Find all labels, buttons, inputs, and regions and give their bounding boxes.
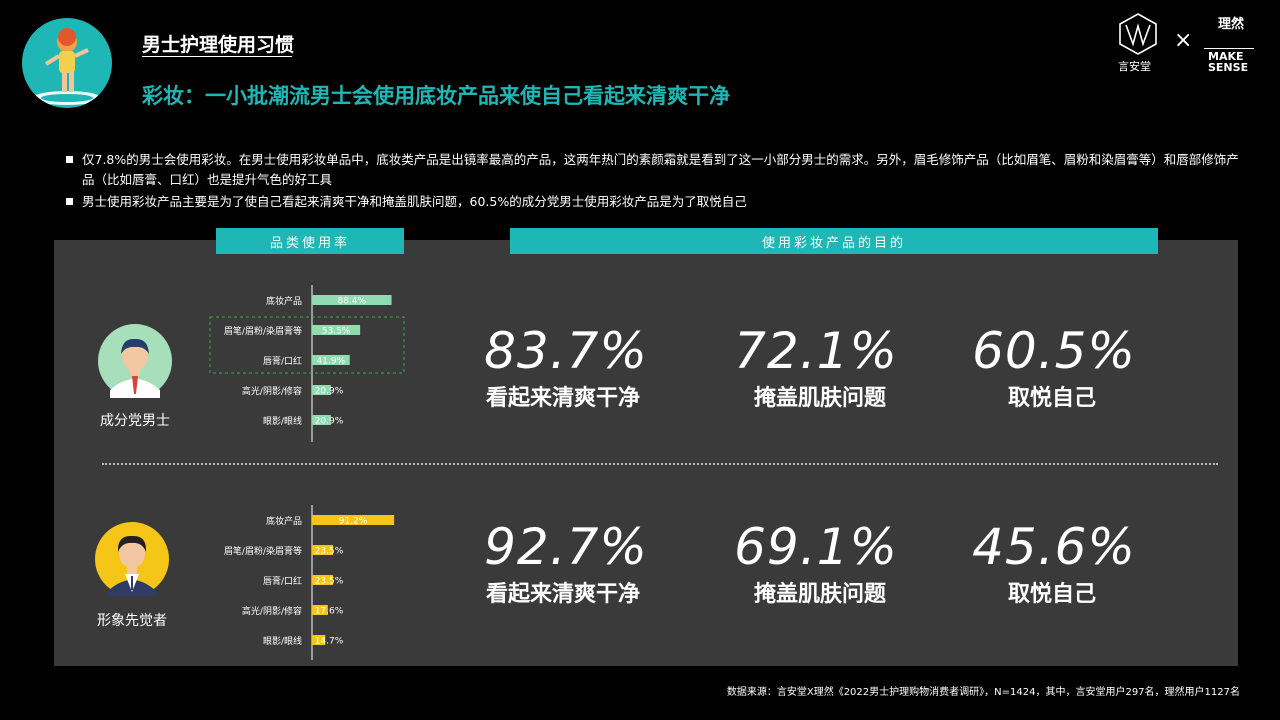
- category-label: 高光/阴影/修容: [242, 605, 302, 617]
- highlight-box: [209, 316, 405, 374]
- category-label: 眼影/眼线: [263, 635, 302, 647]
- category-label: 眉笔/眉粉/染眉膏等: [224, 325, 302, 337]
- bullet-1: 仅7.8%的男士会使用彩妆。在男士使用彩妆单品中，底妆类产品是出镜率最高的产品，…: [64, 150, 1244, 190]
- category-label: 底妆产品: [266, 295, 302, 307]
- surfer-illustration: [33, 28, 101, 105]
- group-divider: [102, 463, 1218, 465]
- header-avatar: [22, 18, 112, 108]
- brand2-cn: 理然: [1218, 17, 1245, 32]
- usage-chart-ingredient-men: 底妆产品 88.4% 眉笔/眉粉/染眉膏等 53.5% 唇膏/口红 41.9% 高光/阴影/…: [209, 285, 405, 442]
- category-label: 底妆产品: [266, 515, 302, 527]
- category-usage-header: 品类使用率: [216, 228, 404, 254]
- category-label: 眉笔/眉粉/染眉膏等: [224, 545, 302, 557]
- bar-value-label: 41.9%: [317, 357, 346, 367]
- stat-label-fresh-ingredient: 看起来清爽干净: [485, 386, 640, 411]
- stat-value-cover-ingredient: 72.1%: [734, 322, 898, 380]
- brand1-name: 言安堂: [1118, 60, 1151, 73]
- insight-bullets: 仅7.8%的男士会使用彩妆。在男士使用彩妆单品中，底妆类产品是出镜率最高的产品，…: [64, 150, 1244, 212]
- stat-label-please-pioneer: 取悦自己: [1007, 582, 1096, 607]
- category-label: 高光/阴影/修容: [242, 385, 302, 397]
- bar-value-label: 14.7%: [315, 637, 344, 647]
- bar-value-label: 91.2%: [339, 517, 368, 527]
- usage-chart-image-pioneer: 底妆产品 91.2% 眉笔/眉粉/染眉膏等 23.5% 唇膏/口红 23.5% 高光/阴影/…: [224, 505, 395, 660]
- stat-label-please-ingredient: 取悦自己: [1007, 386, 1096, 411]
- group-label-image-pioneer: 形象先觉者: [97, 613, 167, 629]
- bar-value-label: 88.4%: [337, 297, 366, 307]
- bar-value-label: 53.5%: [322, 327, 351, 337]
- section-title-underline: [142, 56, 292, 57]
- category-label: 眼影/眼线: [263, 415, 302, 427]
- brand2-rule: [1204, 48, 1254, 49]
- brand2-en-2: SENSE: [1208, 61, 1249, 74]
- stat-value-cover-pioneer: 69.1%: [734, 518, 898, 576]
- bar-value-label: 20.9%: [315, 417, 344, 427]
- category-label: 唇膏/口红: [263, 575, 302, 587]
- stat-value-please-pioneer: 45.6%: [972, 518, 1136, 576]
- stat-value-please-ingredient: 60.5%: [972, 322, 1136, 380]
- purpose-header: 使用彩妆产品的目的: [510, 228, 1158, 254]
- bar-value-label: 17.6%: [315, 607, 344, 617]
- section-title: 男士护理使用习惯: [142, 34, 295, 56]
- group-label-ingredient-men: 成分党男士: [100, 413, 170, 429]
- category-label: 唇膏/口红: [263, 355, 302, 367]
- bar-value-label: 20.9%: [315, 387, 344, 397]
- bullet-2: 男士使用彩妆产品主要是为了使自己看起来清爽干净和掩盖肌肤问题，60.5%的成分党…: [64, 192, 1244, 212]
- stat-label-cover-ingredient: 掩盖肌肤问题: [753, 386, 886, 411]
- stat-value-fresh-ingredient: 83.7%: [484, 322, 648, 380]
- logo-separator: ×: [1174, 28, 1193, 53]
- ingredient-men-avatar: [98, 324, 172, 402]
- bar-value-label: 23.5%: [315, 577, 344, 587]
- stat-label-cover-pioneer: 掩盖肌肤问题: [753, 582, 886, 607]
- bar-value-label: 23.5%: [315, 547, 344, 557]
- page-headline: 彩妆：一小批潮流男士会使用底妆产品来使自己看起来清爽干净: [142, 84, 730, 108]
- image-pioneer-avatar: [95, 522, 169, 600]
- data-source-footer: 数据来源：言安堂X理然《2022男士护理购物消费者调研》，N=1424，其中，言…: [726, 687, 1240, 698]
- stat-value-fresh-pioneer: 92.7%: [484, 518, 648, 576]
- yananthang-logo-icon: [1116, 12, 1160, 56]
- stat-label-fresh-pioneer: 看起来清爽干净: [485, 582, 640, 607]
